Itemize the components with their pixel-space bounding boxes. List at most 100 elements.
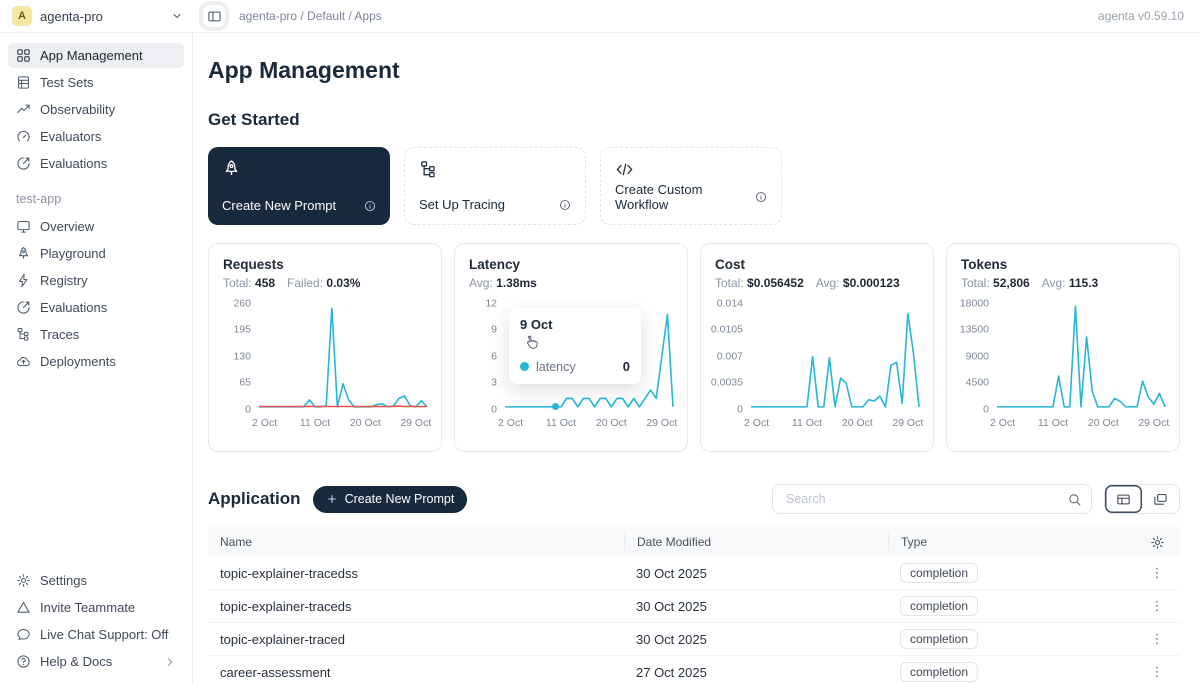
row-menu-button[interactable]: ⋮ xyxy=(1134,665,1180,680)
create-custom-workflow-card[interactable]: Create Custom Workflow xyxy=(600,147,782,225)
app-name-cell: career-assessment xyxy=(208,665,624,680)
sidebar-item-test-sets[interactable]: Test Sets xyxy=(8,70,184,95)
row-menu-button[interactable]: ⋮ xyxy=(1134,566,1180,581)
row-menu-button[interactable]: ⋮ xyxy=(1134,632,1180,647)
y-axis: 00.00350.0070.01050.014 xyxy=(715,303,751,409)
x-tick-label: 29 Oct xyxy=(646,417,677,429)
type-cell: completion xyxy=(888,596,1134,616)
sidebar-item-playground[interactable]: Playground xyxy=(8,241,184,266)
y-tick-label: 130 xyxy=(233,351,251,362)
create-new-prompt-card[interactable]: Create New Prompt xyxy=(208,147,390,225)
top-bar: A agenta-pro agenta-pro / Default / Apps… xyxy=(0,0,1200,33)
type-badge: completion xyxy=(900,563,978,583)
column-settings-button[interactable] xyxy=(1134,535,1180,550)
app-root: A agenta-pro agenta-pro / Default / Apps… xyxy=(0,0,1200,684)
requests-chart-body: 0651301952602 Oct11 Oct20 Oct29 Oct xyxy=(223,303,427,429)
y-tick-label: 260 xyxy=(233,298,251,309)
x-tick-label: 11 Oct xyxy=(792,417,822,429)
date-modified-cell: 30 Oct 2025 xyxy=(624,632,888,647)
y-axis: 0450090001350018000 xyxy=(961,303,997,409)
search-input[interactable] xyxy=(784,491,1061,507)
series-dot xyxy=(520,362,529,371)
sidebar-item-live-chat-support-off[interactable]: Live Chat Support: Off xyxy=(8,622,184,647)
create-new-prompt-button[interactable]: Create New Prompt xyxy=(313,486,468,513)
x-axis: 2 Oct11 Oct20 Oct29 Oct xyxy=(751,409,919,429)
x-tick-label: 20 Oct xyxy=(596,417,627,429)
x-tick-label: 11 Oct xyxy=(1038,417,1068,429)
table-view-button[interactable] xyxy=(1105,485,1142,513)
get-started-row: Create New Prompt Set Up Tracing Create … xyxy=(208,147,1180,225)
sidebar-item-label: Traces xyxy=(40,327,79,342)
search-box xyxy=(772,484,1092,514)
cloud-icon xyxy=(16,354,31,369)
card-label: Create New Prompt xyxy=(222,198,336,213)
column-header-name: Name xyxy=(208,533,624,551)
button-label: Create New Prompt xyxy=(345,492,455,506)
x-tick-label: 29 Oct xyxy=(400,417,431,429)
sidebar-app-nav: Overview Playground Registry Evaluations Tra… xyxy=(0,214,192,376)
x-tick-label: 2 Oct xyxy=(252,417,277,429)
tooltip-date: 9 Oct xyxy=(520,317,630,332)
sidebar-item-help-docs[interactable]: Help & Docs xyxy=(8,649,184,674)
x-tick-label: 2 Oct xyxy=(990,417,1015,429)
card-view-button[interactable] xyxy=(1142,485,1179,513)
sidebar-item-registry[interactable]: Registry xyxy=(8,268,184,293)
sidebar-item-label: Playground xyxy=(40,246,106,261)
sidebar-item-overview[interactable]: Overview xyxy=(8,214,184,239)
metrics-charts-row: RequestsTotal: 458Failed: 0.03%065130195… xyxy=(208,243,1180,452)
set-up-tracing-card[interactable]: Set Up Tracing xyxy=(404,147,586,225)
type-cell: completion xyxy=(888,662,1134,682)
app-name-cell: topic-explainer-traceds xyxy=(208,599,624,614)
table-row[interactable]: topic-explainer-traceds30 Oct 2025comple… xyxy=(208,590,1180,623)
org-selector[interactable]: A agenta-pro xyxy=(0,6,193,26)
tokens-chart-plot[interactable] xyxy=(997,303,1165,409)
sidebar-item-traces[interactable]: Traces xyxy=(8,322,184,347)
sidebar-toggle-button[interactable] xyxy=(203,5,225,27)
sidebar-panel-icon xyxy=(207,9,222,24)
cost-chart-title: Cost xyxy=(715,257,919,272)
y-tick-label: 0.014 xyxy=(717,298,743,309)
card-label: Set Up Tracing xyxy=(419,197,505,212)
tooltip-value: 0 xyxy=(623,359,630,374)
page-title: App Management xyxy=(208,57,1180,84)
requests-chart-plot[interactable] xyxy=(259,303,427,409)
plus-icon xyxy=(326,493,338,505)
table-row[interactable]: topic-explainer-tracedss30 Oct 2025compl… xyxy=(208,557,1180,590)
sidebar-item-settings[interactable]: Settings xyxy=(8,568,184,593)
sidebar-item-invite-teammate[interactable]: Invite Teammate xyxy=(8,595,184,620)
sidebar-item-app-management[interactable]: App Management xyxy=(8,43,184,68)
testsets-icon xyxy=(16,75,31,90)
sidebar-item-label: Live Chat Support: Off xyxy=(40,627,168,642)
sidebar-item-label: Deployments xyxy=(40,354,116,369)
y-tick-label: 195 xyxy=(233,324,251,335)
app-name-cell: topic-explainer-traced xyxy=(208,632,624,647)
sidebar-item-label: Settings xyxy=(40,573,87,588)
type-cell: completion xyxy=(888,629,1134,649)
cost-chart-plot[interactable] xyxy=(751,303,919,409)
table-row[interactable]: topic-explainer-traced30 Oct 2025 complet… xyxy=(208,623,1180,656)
search-icon xyxy=(1067,492,1082,507)
sidebar-item-evaluations[interactable]: Evaluations xyxy=(8,151,184,176)
cost-chart-card: CostTotal: $0.056452Avg: $0.00012300.003… xyxy=(700,243,934,452)
y-axis: 036912 xyxy=(469,303,505,409)
sidebar-item-label: Evaluators xyxy=(40,129,101,144)
type-badge: completion xyxy=(900,662,978,682)
x-tick-label: 29 Oct xyxy=(892,417,923,429)
table-row[interactable]: career-assessment27 Oct 2025completion⋮ xyxy=(208,656,1180,684)
sidebar-item-evaluations[interactable]: Evaluations xyxy=(8,295,184,320)
sidebar-spacer xyxy=(0,376,192,568)
latency-chart-stats: Avg: 1.38ms xyxy=(469,276,673,290)
date-modified-cell: 30 Oct 2025 xyxy=(624,599,888,614)
table-header: NameDate ModifiedType xyxy=(208,527,1180,557)
latency-chart-card: LatencyAvg: 1.38ms0369122 Oct11 Oct20 Oc… xyxy=(454,243,688,452)
sidebar-item-deployments[interactable]: Deployments xyxy=(8,349,184,374)
sidebar-item-label: Evaluations xyxy=(40,300,107,315)
column-header-type: Type xyxy=(888,533,1134,551)
type-badge: completion xyxy=(900,629,978,649)
sidebar-item-observability[interactable]: Observability xyxy=(8,97,184,122)
chart-stat: Total: 458 xyxy=(223,276,275,290)
row-menu-button[interactable]: ⋮ xyxy=(1134,599,1180,614)
breadcrumb: agenta-pro / Default / Apps xyxy=(239,9,382,23)
sidebar-item-evaluators[interactable]: Evaluators xyxy=(8,124,184,149)
sidebar-item-label: Overview xyxy=(40,219,94,234)
